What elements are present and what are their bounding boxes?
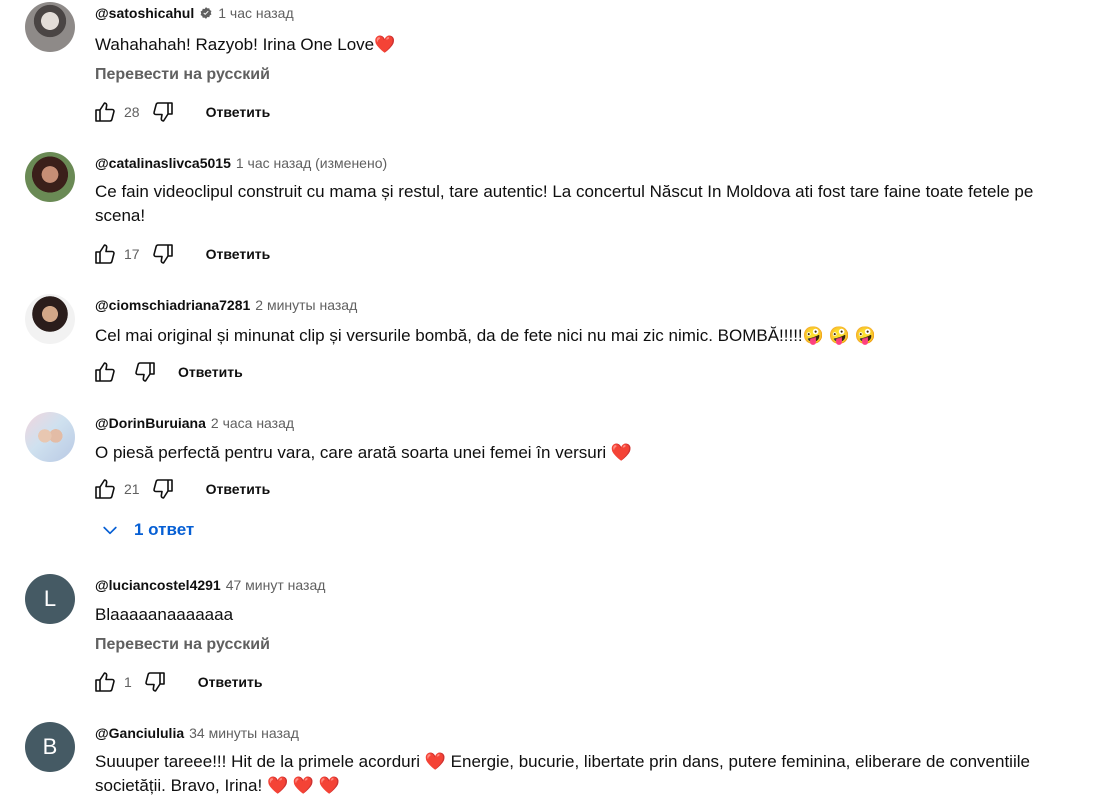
comment-header: @luciancostel4291 47 минут назад [95,577,325,593]
thumbs-up-icon[interactable] [92,669,118,695]
comment-author[interactable]: @satoshicahul [95,5,194,21]
comment-text: O piesă perfectă pentru vara, care arată… [95,443,633,462]
comment-time[interactable]: 1 час назад (изменено) [236,155,387,171]
thumbs-up-icon[interactable] [92,99,118,125]
chevron-down-icon [103,526,117,535]
verified-badge-icon [200,7,212,19]
like-count: 17 [124,246,140,262]
reply-button[interactable]: Ответить [178,364,243,380]
comment-header: @Ganciululia 34 минуты назад [95,725,299,741]
avatar[interactable] [25,412,75,462]
reply-button[interactable]: Ответить [206,246,271,262]
comment-actions: 1 Ответить [92,669,263,695]
translate-button[interactable]: Перевести на русский [95,636,270,654]
avatar[interactable]: L [25,574,75,624]
comment-author[interactable]: @catalinaslivca5015 [95,155,231,171]
thumbs-down-icon[interactable] [150,99,176,125]
thumbs-up-icon[interactable] [92,241,118,267]
comment-author[interactable]: @Ganciululia [95,725,184,741]
avatar[interactable] [25,152,75,202]
reply-button[interactable]: Ответить [206,481,271,497]
replies-count-label: 1 ответ [134,520,195,539]
comment-author[interactable]: @luciancostel4291 [95,577,221,593]
comment-header: @satoshicahul 1 час назад [95,5,294,21]
avatar-letter: L [43,586,57,611]
like-count: 28 [124,104,140,120]
avatar[interactable] [25,294,75,344]
thumbs-up-icon[interactable] [92,359,118,385]
comment-actions: Ответить [92,359,243,385]
comment-text: Wahahahah! Razyob! Irina One Love❤️ [95,35,396,54]
thumbs-down-icon[interactable] [150,476,176,502]
view-replies-button[interactable]: 1 ответ [100,520,194,540]
comment-time[interactable]: 34 минуты назад [189,725,299,741]
comment-time[interactable]: 2 минуты назад [255,297,357,313]
comment-time[interactable]: 47 минут назад [226,577,326,593]
comment-header: @catalinaslivca5015 1 час назад (изменен… [95,155,387,171]
comment-actions: 28 Ответить [92,99,270,125]
comment-actions: 21 Ответить [92,476,270,502]
thumbs-up-icon[interactable] [92,476,118,502]
reply-button[interactable]: Ответить [206,104,271,120]
avatar[interactable]: B [25,722,75,772]
translate-button[interactable]: Перевести на русский [95,66,270,84]
reply-button[interactable]: Ответить [198,674,263,690]
comment-header: @DorinBuruiana 2 часа назад [95,415,294,431]
thumbs-down-icon[interactable] [132,359,158,385]
comment-text: Blaaaaanaaaaaaa [95,605,234,624]
like-count: 1 [124,674,132,690]
comment-actions: 17 Ответить [92,241,270,267]
comment-text: Cel mai original și minunat clip și vers… [95,326,876,345]
comment-author[interactable]: @DorinBuruiana [95,415,206,431]
comment-time[interactable]: 2 часа назад [211,415,294,431]
comment-author[interactable]: @ciomschiadriana7281 [95,297,250,313]
comment-text: Suuuper tareee!!! Hit de la primele acor… [95,752,1030,795]
thumbs-down-icon[interactable] [142,669,168,695]
comment-header: @ciomschiadriana7281 2 минуты назад [95,297,357,313]
like-count: 21 [124,481,140,497]
comment-time[interactable]: 1 час назад [218,5,293,21]
avatar[interactable] [25,2,75,52]
thumbs-down-icon[interactable] [150,241,176,267]
avatar-letter: B [42,734,58,759]
comment-text: Ce fain videoclipul construit cu mama și… [95,182,1034,225]
